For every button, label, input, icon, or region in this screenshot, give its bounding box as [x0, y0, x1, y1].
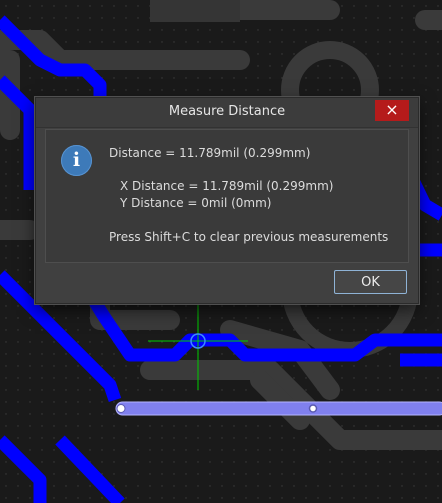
distance-text: Distance = 11.789mil (0.299mm)	[109, 146, 311, 160]
dialog-titlebar[interactable]: Measure Distance ×	[36, 98, 418, 128]
selected-trace[interactable]	[115, 401, 442, 416]
shift-c-hint-text: Press Shift+C to clear previous measurem…	[109, 230, 389, 244]
measure-distance-dialog: Measure Distance × i Distance = 11.789mi…	[35, 97, 419, 304]
close-button[interactable]: ×	[375, 100, 409, 121]
y-distance-text: Y Distance = 0mil (0mm)	[120, 196, 272, 210]
ok-button[interactable]: OK	[334, 270, 407, 294]
dialog-title: Measure Distance	[168, 104, 286, 119]
dialog-content-panel: i Distance = 11.789mil (0.299mm) X Dista…	[45, 129, 409, 263]
x-distance-text: X Distance = 11.789mil (0.299mm)	[120, 179, 334, 193]
trace-midpoint-handle[interactable]	[308, 404, 318, 413]
grey-copper-block	[150, 0, 240, 22]
trace-endpoint-handle[interactable]	[116, 404, 126, 413]
close-icon: ×	[385, 100, 399, 119]
info-icon: i	[61, 145, 92, 176]
